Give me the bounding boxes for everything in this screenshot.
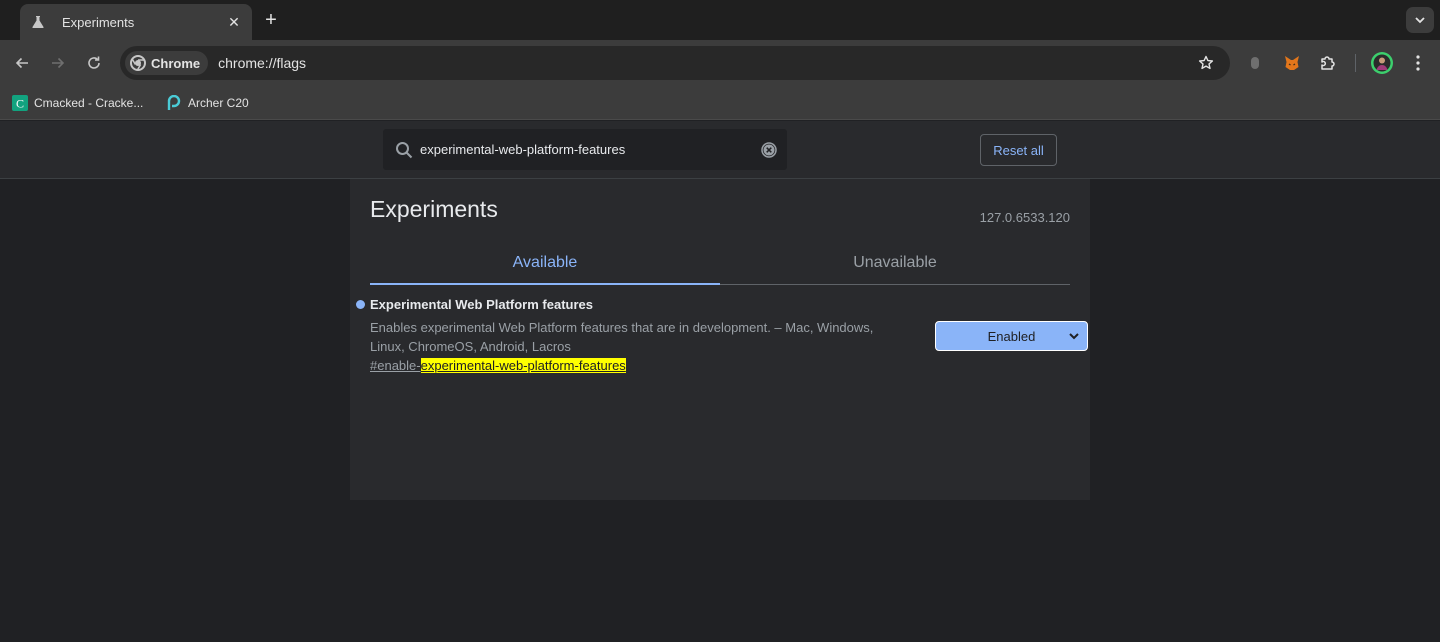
bookmark-label: Archer C20 bbox=[188, 96, 249, 110]
reload-button[interactable] bbox=[83, 52, 105, 74]
back-arrow-icon bbox=[15, 57, 28, 69]
address-bar[interactable]: Chrome chrome://flags bbox=[120, 46, 1230, 80]
bookmark-star-icon[interactable] bbox=[1196, 53, 1216, 73]
modified-indicator-dot bbox=[356, 300, 365, 309]
experiments-panel: Experiments 127.0.6533.120 Available Una… bbox=[350, 179, 1090, 500]
site-info-chip[interactable]: Chrome bbox=[125, 51, 209, 75]
more-menu-icon[interactable] bbox=[1407, 52, 1429, 74]
chrome-logo-icon bbox=[130, 55, 146, 71]
flag-state-select[interactable]: Enabled bbox=[935, 321, 1088, 351]
reset-all-button[interactable]: Reset all bbox=[980, 134, 1057, 166]
selected-option: Enabled bbox=[987, 328, 1036, 344]
permalink-prefix: #enable- bbox=[370, 358, 421, 373]
flags-tabs: Available Unavailable bbox=[370, 242, 1070, 285]
flag-description: Enables experimental Web Platform featur… bbox=[370, 320, 874, 354]
toolbar-divider bbox=[1355, 54, 1356, 72]
extensions-puzzle-icon[interactable] bbox=[1317, 52, 1339, 74]
search-input[interactable]: experimental-web-platform-features bbox=[420, 142, 760, 157]
page-title: Experiments bbox=[370, 196, 498, 222]
url-text[interactable]: chrome://flags bbox=[218, 55, 1196, 71]
chevron-down-icon bbox=[1415, 17, 1425, 24]
bookmarks-bar: C Cmacked - Cracke... Archer C20 bbox=[0, 86, 1440, 120]
extension-mouse-icon[interactable] bbox=[1244, 52, 1266, 74]
tplink-logo-icon bbox=[166, 95, 182, 111]
clear-search-icon[interactable] bbox=[760, 141, 778, 159]
browser-tab-experiments[interactable]: Experiments ✕ bbox=[20, 4, 252, 40]
tab-title: Experiments bbox=[62, 14, 135, 30]
flask-icon bbox=[30, 14, 46, 30]
flag-entry: Experimental Web Platform features Enabl… bbox=[356, 297, 1088, 373]
new-tab-button[interactable]: + bbox=[261, 10, 281, 30]
back-button[interactable] bbox=[11, 52, 33, 74]
bookmark-archer-c20[interactable]: Archer C20 bbox=[166, 94, 249, 112]
search-icon bbox=[394, 140, 414, 160]
metamask-fox-icon[interactable] bbox=[1281, 52, 1303, 74]
bookmark-cmacked[interactable]: C Cmacked - Cracke... bbox=[12, 94, 143, 112]
forward-button[interactable] bbox=[47, 52, 69, 74]
c-logo-icon: C bbox=[12, 95, 28, 111]
tab-available[interactable]: Available bbox=[370, 242, 720, 285]
close-tab-icon[interactable]: ✕ bbox=[226, 14, 242, 30]
flag-name: Experimental Web Platform features bbox=[370, 297, 593, 312]
flag-permalink[interactable]: #enable-experimental-web-platform-featur… bbox=[370, 358, 1070, 373]
tab-search-button[interactable] bbox=[1406, 7, 1434, 33]
svg-text:C: C bbox=[16, 97, 24, 111]
browser-toolbar: Chrome chrome://flags bbox=[0, 40, 1440, 86]
tab-unavailable[interactable]: Unavailable bbox=[720, 242, 1070, 284]
version-label: 127.0.6533.120 bbox=[979, 210, 1070, 225]
forward-arrow-icon bbox=[52, 57, 65, 69]
chevron-down-icon bbox=[1068, 330, 1080, 342]
flags-header: experimental-web-platform-features Reset… bbox=[0, 121, 1440, 179]
flags-search-box[interactable]: experimental-web-platform-features bbox=[383, 129, 787, 170]
bookmark-label: Cmacked - Cracke... bbox=[34, 96, 144, 110]
permalink-search-match: experimental-web-platform-features bbox=[420, 358, 626, 373]
profile-avatar[interactable] bbox=[1370, 51, 1394, 75]
reload-icon bbox=[88, 56, 100, 69]
tab-strip: Experiments ✕ + bbox=[0, 0, 1440, 40]
chip-label: Chrome bbox=[151, 55, 201, 71]
